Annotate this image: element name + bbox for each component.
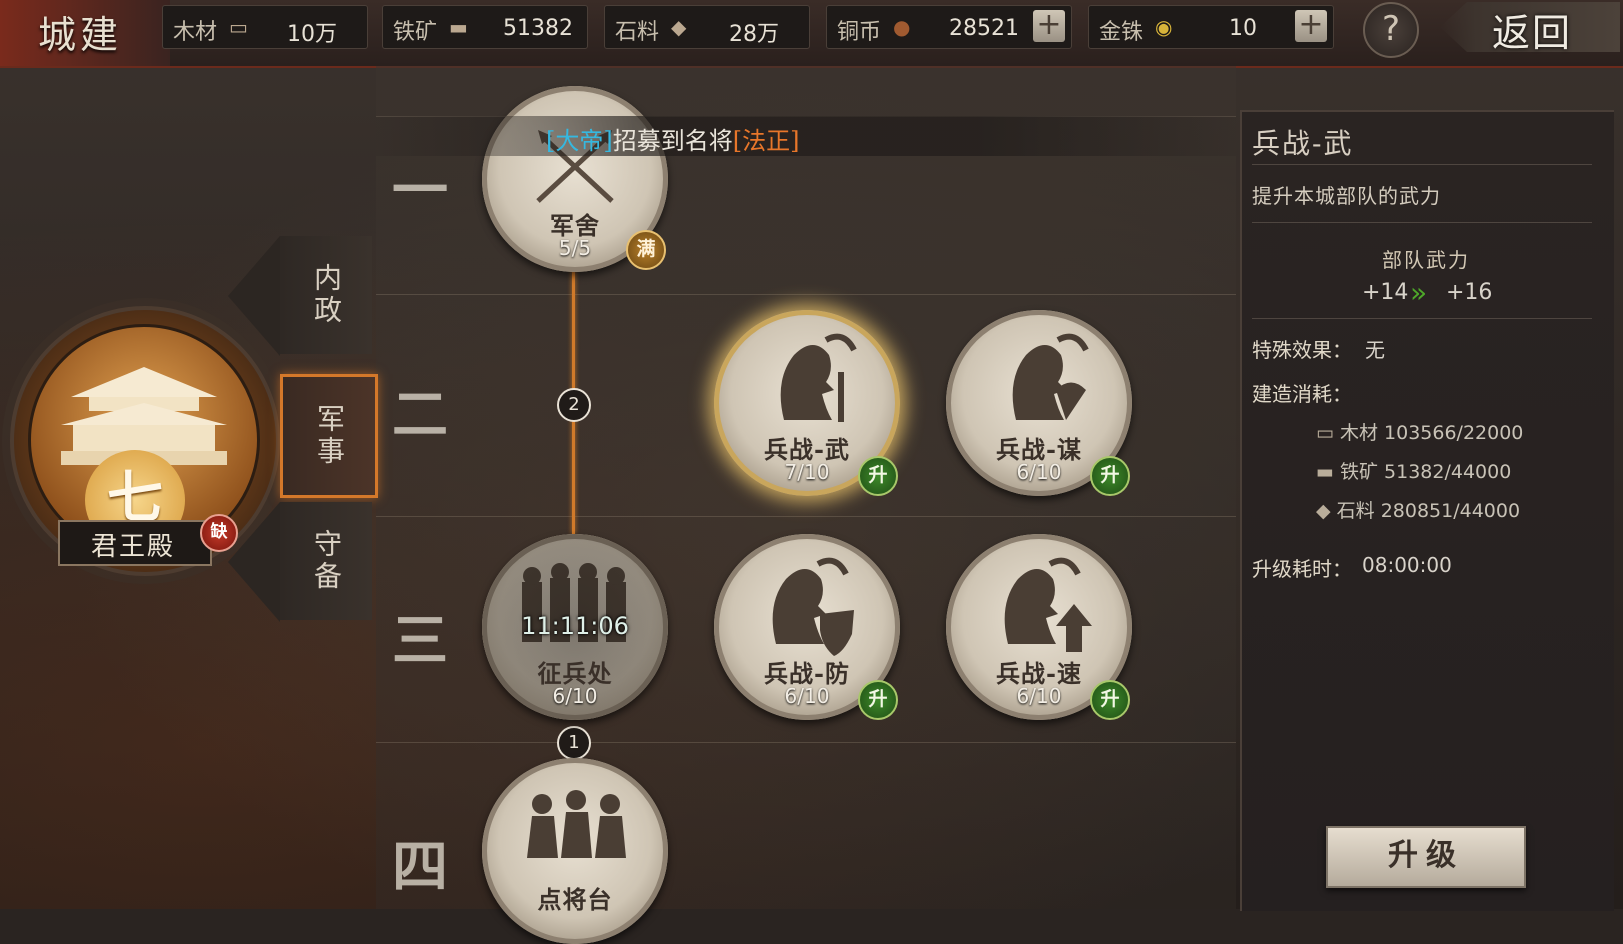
stone-resource: 石料 ◆ 28万 <box>604 5 810 49</box>
tier-label-1: 一 <box>392 158 448 224</box>
divider <box>1252 222 1592 223</box>
cost-label: 木材 <box>1339 422 1378 444</box>
resource-value: 51382 <box>503 16 573 41</box>
resource-label: 石料 <box>615 20 660 45</box>
tier-label-2: 二 <box>392 382 448 448</box>
cost-wood: ▭ 木材 103566/22000 <box>1316 418 1523 445</box>
tab-decoration <box>228 236 280 356</box>
tab-defense[interactable]: 守备 <box>280 502 372 620</box>
upgrade-badge[interactable]: 升 <box>1090 680 1130 720</box>
resource-value: 28万 <box>729 22 779 47</box>
stone-icon: ◆ <box>1316 500 1331 522</box>
attribute-next: +16 <box>1446 280 1493 305</box>
notice-text: [大帝]招募到名将[法正] <box>546 121 799 156</box>
row-divider <box>376 294 1236 295</box>
add-copper-button[interactable]: + <box>1033 10 1065 42</box>
cost-value: 280851/44000 <box>1380 500 1521 522</box>
connector-count: 1 <box>557 726 591 760</box>
wood-icon: ▭ <box>229 15 248 39</box>
wood-resource: 木材 ▭ 10万 <box>162 5 368 49</box>
upgrade-badge[interactable]: 升 <box>858 680 898 720</box>
tab-internal-affairs[interactable]: 内政 <box>280 236 372 354</box>
help-button[interactable]: ? <box>1363 2 1419 58</box>
cost-label: 石料 <box>1336 500 1375 522</box>
tab-decoration <box>228 502 280 622</box>
row-divider <box>376 742 1236 743</box>
detail-description: 提升本城部队的武力 <box>1252 184 1441 208</box>
node-level: 6/10 <box>552 684 598 708</box>
cost-value: 103566/22000 <box>1384 422 1524 444</box>
effect-value: 无 <box>1365 338 1385 362</box>
resource-label: 铁矿 <box>393 20 438 45</box>
time-value: 08:00:00 <box>1362 553 1452 577</box>
construction-timer: 11:11:06 <box>521 612 629 640</box>
copper-coin-icon: ● <box>893 15 911 39</box>
connector-count: 2 <box>557 388 591 422</box>
maxed-badge: 满 <box>626 230 666 270</box>
upgrade-button[interactable]: 升级 <box>1326 826 1526 888</box>
cost-stone: ◆ 石料 280851/44000 <box>1316 496 1520 523</box>
divider <box>1252 318 1592 319</box>
notice-message: 招募到名将 <box>612 127 733 155</box>
cost-label: 铁矿 <box>1339 461 1378 483</box>
arrow-right-icon: » <box>1410 276 1428 309</box>
palace-name[interactable]: 君王殿 <box>58 526 208 563</box>
back-button-label[interactable]: 返回 <box>1492 2 1572 57</box>
notice-player: [大帝] <box>546 127 613 155</box>
resource-value: 10万 <box>287 22 337 47</box>
add-gold-button[interactable]: + <box>1295 10 1327 42</box>
detail-title: 兵战-武 <box>1252 127 1354 160</box>
node-name: 点将台 <box>537 885 613 914</box>
resource-label: 木材 <box>173 20 218 45</box>
anvil-icon: ▬ <box>1316 461 1334 483</box>
page-title: 城建 <box>38 13 123 57</box>
divider <box>1252 164 1592 165</box>
notice-general: [法正] <box>732 127 800 155</box>
attribute-name: 部队武力 <box>1382 248 1470 272</box>
cost-iron: ▬ 铁矿 51382/44000 <box>1316 457 1511 484</box>
tier-label-4: 四 <box>392 834 448 900</box>
gold-resource: 金铢 ◉ 10 + <box>1088 5 1334 49</box>
resource-label: 金铢 <box>1099 20 1144 45</box>
effect-label: 特殊效果： <box>1252 338 1352 362</box>
resource-value: 10 <box>1229 16 1257 41</box>
node-conscription[interactable]: 11:11:06 征兵处 6/10 <box>482 534 668 720</box>
attribute-current: +14 <box>1362 280 1409 305</box>
stone-icon: ◆ <box>671 15 687 39</box>
copper-resource: 铜币 ● 28521 + <box>826 5 1072 49</box>
gold-coin-icon: ◉ <box>1155 15 1173 39</box>
resource-value: 28521 <box>949 16 1019 41</box>
iron-resource: 铁矿 ▬ 51382 <box>382 5 588 49</box>
cost-value: 51382/44000 <box>1384 461 1512 483</box>
resource-label: 铜币 <box>837 20 882 45</box>
row-divider <box>376 516 1236 517</box>
upgrade-badge[interactable]: 升 <box>858 456 898 496</box>
notice-banner <box>376 116 1236 156</box>
wood-icon: ▭ <box>1316 422 1334 444</box>
generals-icon <box>527 790 626 858</box>
upgrade-badge[interactable]: 升 <box>1090 456 1130 496</box>
anvil-icon: ▬ <box>449 15 468 39</box>
tab-military[interactable]: 军事 <box>280 374 378 498</box>
tier-label-3: 三 <box>392 608 448 674</box>
node-general-platform[interactable]: 点将台 <box>482 758 668 944</box>
time-label: 升级耗时： <box>1252 557 1352 581</box>
cost-title: 建造消耗： <box>1252 382 1352 406</box>
